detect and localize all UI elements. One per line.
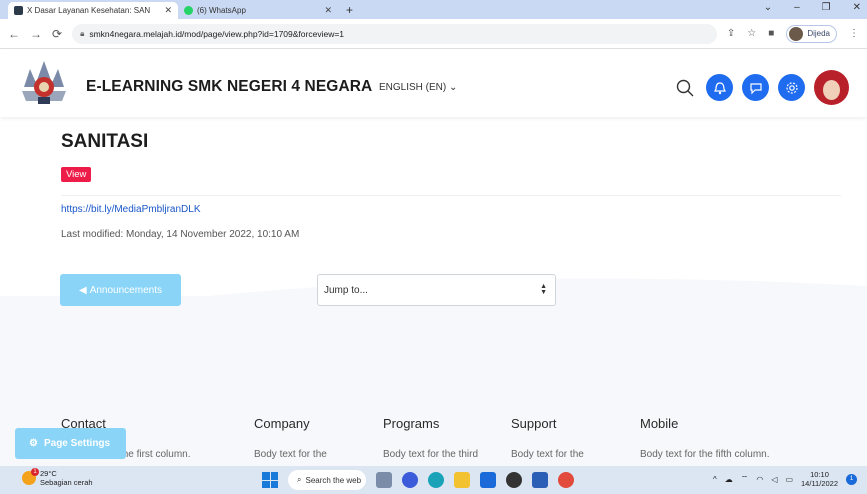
previous-activity-button[interactable]: ◀ Announcements [60,274,181,306]
browser-tab-strip: X Dasar Layanan Kesehatan: SAN ✕ (6) Wha… [0,0,867,19]
forward-icon[interactable]: → [30,27,42,41]
previous-activity-label: Announcements [89,284,162,296]
sun-icon: 1 [22,468,39,485]
gear-icon: ⚙ [29,438,38,449]
media-app-icon[interactable] [402,472,418,488]
tab-moodle-page[interactable]: X Dasar Layanan Kesehatan: SAN ✕ [8,2,178,19]
footer-heading: Support [511,416,557,431]
close-tab-icon[interactable]: ✕ [164,5,172,16]
footer-heading: Mobile [640,416,679,431]
messages-icon[interactable] [742,74,769,101]
folder-icon[interactable] [454,472,470,488]
word-icon[interactable] [532,472,548,488]
window-controls: ⌄ – ❐ ✕ [764,2,861,13]
chevron-down-icon: ⌄ [449,82,458,93]
close-tab-icon[interactable]: ✕ [324,5,332,16]
footer-body: Body text for the fifth column. [640,449,770,460]
taskbar: 1 29°C Sebagian cerah ⌕ Search the web ^… [0,466,867,494]
browser-menu-icon[interactable]: ⋮ [849,28,859,39]
chrome-icon[interactable] [558,472,574,488]
footer-column-programs: Programs Body text for the third [383,416,478,460]
reload-icon[interactable]: ⟳ [52,27,62,41]
restore-icon[interactable]: ❐ [822,2,831,13]
profile-avatar [789,26,804,41]
volume-icon[interactable]: ◁ [771,475,777,484]
profile-button[interactable]: Dijeda [786,24,837,43]
notification-badge[interactable]: 1 [846,473,857,485]
footer-column-company: Company Body text for the [254,416,327,460]
share-icon[interactable]: ⇪ [727,28,735,39]
footer-body: Body text for the third [383,449,479,460]
page-title: SANITASI [61,131,149,152]
battery-icon[interactable]: ▭ [785,475,793,484]
edge-browser-icon[interactable] [428,472,444,488]
url-field[interactable]: 🔒︎ smkn4negara.melajah.id/mod/page/view.… [72,23,717,44]
side-panel-icon[interactable]: ■ [768,28,774,39]
footer-body: Body text for the [511,449,584,460]
taskbar-search[interactable]: ⌕ Search the web [288,470,366,490]
footer-column-mobile: Mobile Body text for the fifth column. [640,416,770,460]
back-icon[interactable]: ← [8,27,20,41]
cloud-icon[interactable]: ☁ [725,475,733,484]
chevron-up-icon[interactable]: ^ [713,475,717,484]
network-icon[interactable]: ⌔ [741,474,749,484]
site-name[interactable]: E-LEARNING SMK NEGERI 4 NEGARA [86,78,372,96]
footer-heading: Programs [383,416,440,431]
site-footer: Contact Body text for the first column. … [0,278,867,466]
media-link[interactable]: https://bit.ly/MediaPmbljranDLK [61,204,201,215]
site-header: E-LEARNING SMK NEGERI 4 NEGARA ENGLISH (… [0,49,867,117]
footer-heading: Company [254,416,310,431]
footer-body: Body text for the [254,449,327,460]
address-bar: ← → ⟳ 🔒︎ smkn4negara.melajah.id/mod/page… [0,19,867,49]
clock-time: 10:10 [810,470,829,479]
whatsapp-favicon [184,6,193,15]
view-badge: View [61,167,92,182]
taskbar-search-label: Search the web [305,475,362,485]
page-settings-label: Page Settings [43,438,111,449]
language-label: ENGLISH (EN) [379,82,447,93]
tab-whatsapp[interactable]: (6) WhatsApp ✕ [178,2,338,19]
tab-title: (6) WhatsApp [197,6,246,15]
search-icon[interactable] [673,76,697,100]
notifications-icon[interactable] [706,74,733,101]
school-logo[interactable] [20,57,68,107]
new-tab-button[interactable]: + [338,2,361,19]
language-selector[interactable]: ENGLISH (EN) ⌄ [379,82,457,93]
profile-label: Dijeda [807,29,830,38]
weather-widget[interactable]: 1 29°C Sebagian cerah [22,468,93,487]
clock[interactable]: 10:10 14/11/2022 [801,470,838,488]
windows-start-icon[interactable] [262,472,278,488]
page-settings-button[interactable]: ⚙ Page Settings [15,428,126,459]
lock-icon[interactable]: 🔒︎ [80,29,84,39]
url-text: smkn4negara.melajah.id/mod/page/view.php… [89,28,345,39]
temperature: 29°C [40,469,57,478]
bookmark-star-icon[interactable]: ☆ [747,28,756,39]
select-arrows-icon: ▲ ▼ [540,283,547,296]
tab-title: X Dasar Layanan Kesehatan: SAN [27,6,151,15]
gear-icon[interactable] [778,74,805,101]
file-manager-icon[interactable] [376,472,392,488]
jump-to-label: Jump to... [324,284,368,296]
mail-icon[interactable] [480,472,496,488]
footer-column-support: Support Body text for the [511,416,584,460]
system-tray: ^ ☁ ⌔ ◠ ◁ ▭ 10:10 14/11/2022 1 [713,470,857,488]
wifi-icon[interactable]: ◠ [756,475,763,484]
weather-condition: Sebagian cerah [40,478,93,487]
clock-date: 14/11/2022 [801,479,838,488]
last-modified-text: Last modified: Monday, 14 November 2022,… [61,229,300,240]
close-window-icon[interactable]: ✕ [853,2,861,13]
store-app-icon[interactable] [506,472,522,488]
site-favicon [14,6,23,15]
weather-alert-badge: 1 [31,468,39,476]
caret-left-icon: ◀ [79,284,87,296]
search-icon: ⌕ [297,475,302,484]
minimize-icon[interactable]: – [794,2,800,13]
divider [61,195,841,196]
user-avatar[interactable] [814,70,849,105]
jump-to-select[interactable]: Jump to... ▲ ▼ [317,274,556,306]
tab-search-icon[interactable]: ⌄ [764,2,772,13]
